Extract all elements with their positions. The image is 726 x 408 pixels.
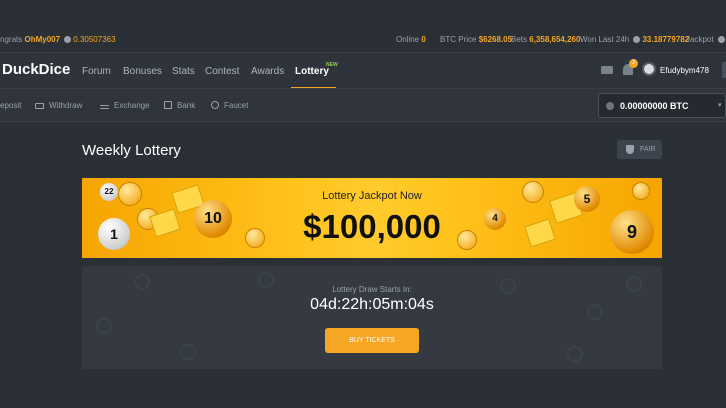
- congrats-user: OhMy007: [24, 35, 61, 44]
- btc-icon: [606, 102, 614, 110]
- btc-price-stat: BTC Price $6268.05: [440, 35, 513, 44]
- nav-forum[interactable]: Forum: [82, 66, 111, 77]
- countdown-timer: 04d:22h:05m:04s: [310, 296, 434, 313]
- subnav-exchange[interactable]: Exchange: [100, 101, 150, 110]
- online-stat: Online 0: [396, 35, 426, 44]
- logo[interactable]: DuckDice: [2, 61, 70, 78]
- draw-label: Lottery Draw Starts In:: [332, 285, 412, 294]
- bets-stat: Bets 6,358,654,260: [511, 35, 581, 44]
- congrats-message: ngrats OhMy007 0.30507363: [0, 35, 116, 44]
- subnav-withdraw[interactable]: Withdraw: [35, 101, 82, 110]
- btc-coin-icon: [633, 36, 641, 43]
- jackpot-amount: $100,000: [303, 208, 441, 245]
- nav-contest[interactable]: Contest: [205, 66, 239, 77]
- jackpot-banner: 22 1 10 4 5 9 Lottery Jackpot Now $100,0…: [82, 178, 662, 258]
- balance-value: 0.00000000 BTC: [620, 101, 689, 111]
- nav-lottery[interactable]: Lottery: [295, 66, 329, 77]
- menu-edge[interactable]: [722, 62, 726, 78]
- stats-ticker: ngrats OhMy007 0.30507363 Online 0 BTC P…: [0, 30, 726, 50]
- subnav-faucet[interactable]: Faucet: [211, 101, 248, 110]
- balance-selector[interactable]: 0.00000000 BTC ▾: [598, 93, 726, 118]
- ghost-coin-icon: [567, 346, 583, 362]
- nav-awards[interactable]: Awards: [251, 66, 284, 77]
- buy-tickets-button[interactable]: BUY TICKETS: [325, 328, 419, 353]
- subnav-deposit[interactable]: eposit: [0, 101, 21, 110]
- new-badge: NEW: [326, 62, 338, 68]
- subnav-bank[interactable]: Bank: [164, 101, 195, 110]
- faucet-icon: [211, 101, 219, 109]
- fair-button[interactable]: FAIR: [617, 140, 662, 159]
- avatar[interactable]: [642, 62, 656, 76]
- ghost-coin-icon: [96, 318, 112, 334]
- draw-panel: Lottery Draw Starts In: 04d:22h:05m:04s …: [82, 266, 662, 369]
- nav-stats[interactable]: Stats: [172, 66, 195, 77]
- exchange-icon: [100, 105, 109, 109]
- wallet-nav: eposit Withdraw Exchange Bank Faucet 0.0…: [0, 88, 726, 122]
- jackpot-label: Lottery Jackpot Now: [322, 190, 422, 202]
- won-stat: Won Last 24h 33.18779782: [580, 35, 690, 44]
- page-title: Weekly Lottery: [82, 142, 181, 159]
- username[interactable]: Efudybym478: [660, 66, 709, 75]
- jackpot-stat: Jackpot 1: [686, 35, 726, 44]
- bank-icon: [164, 101, 172, 109]
- wallet-icon: [35, 103, 44, 109]
- notification-count: 2: [629, 59, 638, 68]
- mail-icon[interactable]: [601, 66, 613, 74]
- ghost-coin-icon: [180, 344, 196, 360]
- btc-coin-icon: [64, 36, 72, 43]
- shield-icon: [626, 145, 634, 154]
- main-nav: DuckDice Forum Bonuses Stats Contest Awa…: [0, 52, 726, 89]
- nav-bonuses[interactable]: Bonuses: [123, 66, 162, 77]
- btc-coin-icon: [717, 36, 725, 43]
- chevron-down-icon: ▾: [718, 102, 722, 109]
